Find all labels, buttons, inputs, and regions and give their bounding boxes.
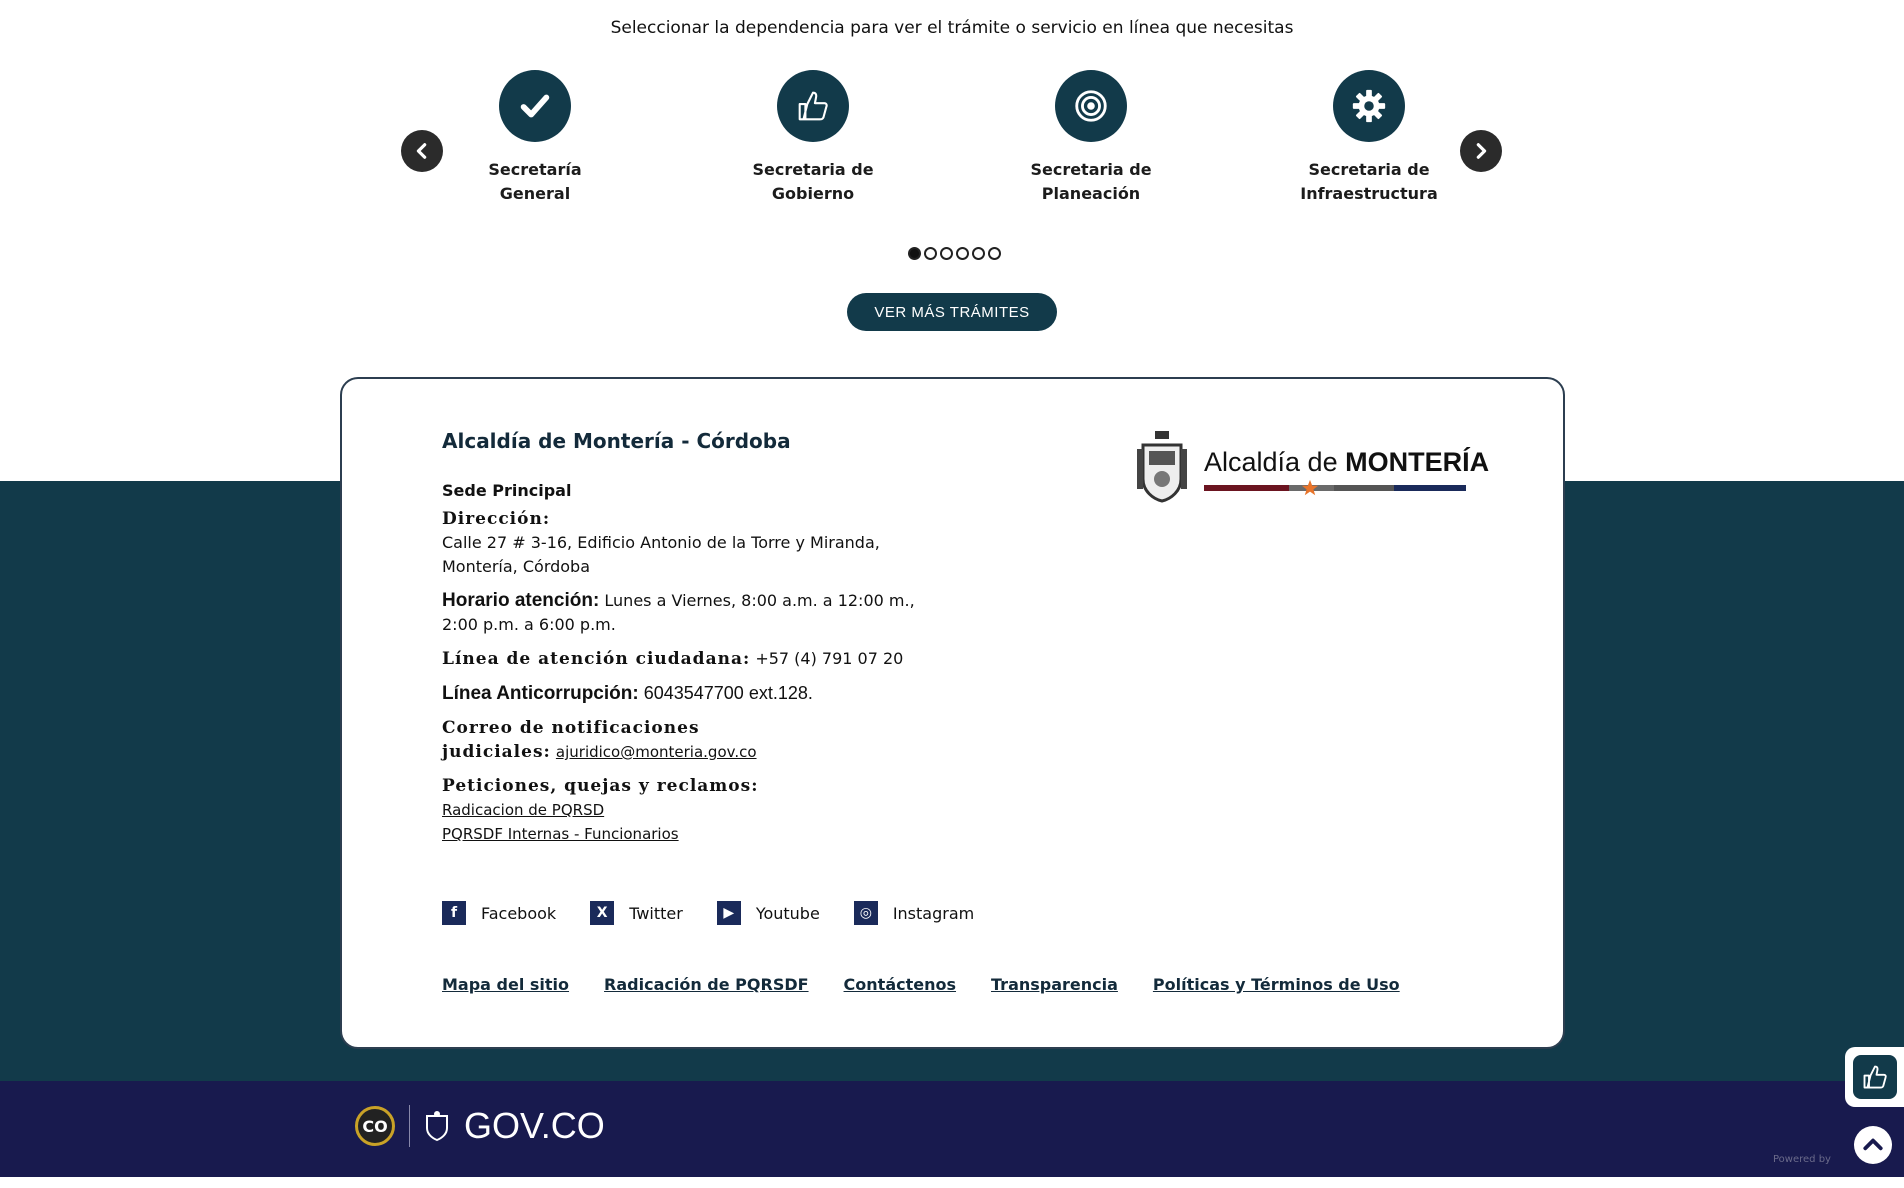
carousel-dot-4[interactable] [956,247,969,260]
alcaldia-logo: Alcaldía de MONTERÍA [1137,429,1489,509]
scroll-top-button[interactable] [1854,1126,1892,1164]
carousel-dot-3[interactable] [940,247,953,260]
mapa-sitio-link[interactable]: Mapa del sitio [442,975,569,994]
contact-info: Sede Principal Dirección: Calle 27 # 3-1… [442,479,962,856]
correo-notificaciones: Correo de notificaciones judiciales: aju… [442,718,757,762]
dependency-icon-circle [1055,70,1127,142]
dependency-icon-circle [1333,70,1405,142]
logo-text: Alcaldía de MONTERÍA [1204,447,1490,477]
target-icon [1075,90,1107,122]
instagram-link[interactable]: ◎ Instagram [853,901,974,925]
youtube-link[interactable]: ▶ Youtube [716,901,820,925]
facebook-link[interactable]: f Facebook [442,901,556,925]
carousel-dot-6[interactable] [988,247,1001,260]
bottom-strip [0,1177,1904,1188]
correo-link[interactable]: ajuridico@monteria.gov.co [556,743,757,761]
dependency-label: Secretaria de Planeación [1030,160,1152,203]
thumbs-up-icon [798,91,828,121]
thumbs-up-icon [1863,1065,1887,1089]
sede-heading: Sede Principal [442,481,572,500]
feedback-button[interactable] [1845,1047,1904,1107]
carousel-dot-5[interactable] [972,247,985,260]
radicacion-pqrsdf-link[interactable]: Radicación de PQRSDF [604,975,809,994]
chevron-right-icon [1476,143,1487,159]
check-icon [520,94,550,118]
linea-anticorrupcion: Línea Anticorrupción: 6043547700 ext.128… [442,683,813,704]
twitter-icon: X [590,901,615,925]
ver-mas-tramites-button[interactable]: VER MÁS TRÁMITES [847,293,1057,331]
star-icon [1301,479,1319,496]
pqrsd-link[interactable]: Radicacion de PQRSD [442,801,604,819]
govco-logo[interactable]: CO GOV.CO [355,1105,605,1147]
powered-by-text: Powered by [1773,1154,1831,1165]
carousel-dot-1[interactable] [908,247,921,260]
govco-separator [409,1105,410,1147]
contact-card: Alcaldía de Montería - Córdoba Alcaldía … [340,377,1565,1049]
politicas-link[interactable]: Políticas y Términos de Uso [1153,975,1400,994]
govco-text: GOV.CO [464,1105,605,1146]
footer-links: Mapa del sitio Radicación de PQRSDF Cont… [442,975,1400,994]
contactenos-link[interactable]: Contáctenos [844,975,956,994]
org-name: Alcaldía de Montería - Córdoba [442,429,791,453]
dependency-label: Secretaria de Infraestructura [1300,160,1438,203]
transparencia-link[interactable]: Transparencia [991,975,1118,994]
govco-bar [0,1081,1904,1177]
pqrs: Peticiones, quejas y reclamos: Radicacio… [442,776,759,843]
national-shield-icon [426,1111,448,1142]
dependency-label: Secretaría General [488,160,582,203]
feedback-icon-box [1852,1055,1897,1099]
dependency-icon-circle [499,70,571,142]
horario: Horario atención: Lunes a Viernes, 8:00 … [442,590,915,634]
dependency-secretaria-planeacion[interactable]: Secretaria de Planeación [991,70,1191,206]
dependency-label: Secretaria de Gobierno [752,160,874,203]
dependency-icon-circle [777,70,849,142]
chevron-up-icon [1863,1138,1883,1151]
coat-of-arms-icon [1137,431,1187,503]
pqrsdf-internas-link[interactable]: PQRSDF Internas - Funcionarios [442,825,679,843]
facebook-icon: f [442,901,466,925]
twitter-link[interactable]: X Twitter [590,901,683,925]
gear-icon [1352,89,1386,123]
youtube-icon: ▶ [716,901,741,925]
instagram-icon: ◎ [853,901,878,925]
logo-color-bar [1204,485,1466,491]
carousel-dot-2[interactable] [924,247,937,260]
dependency-secretaria-infraestructura[interactable]: Secretaria de Infraestructura [1269,70,1469,206]
dependency-secretaria-general[interactable]: Secretaría General [435,70,635,206]
direccion: Dirección: Calle 27 # 3-16, Edificio Ant… [442,509,880,576]
carousel-pagination [908,247,1001,260]
co-badge: CO [355,1106,395,1146]
chevron-left-icon [416,143,427,159]
dependency-secretaria-gobierno[interactable]: Secretaria de Gobierno [713,70,913,206]
linea-atencion: Línea de atención ciudadana: +57 (4) 791… [442,649,904,669]
section-subtitle: Seleccionar la dependencia para ver el t… [610,18,1294,38]
social-links: f Facebook X Twitter ▶ Youtube ◎ Instagr… [442,901,974,925]
